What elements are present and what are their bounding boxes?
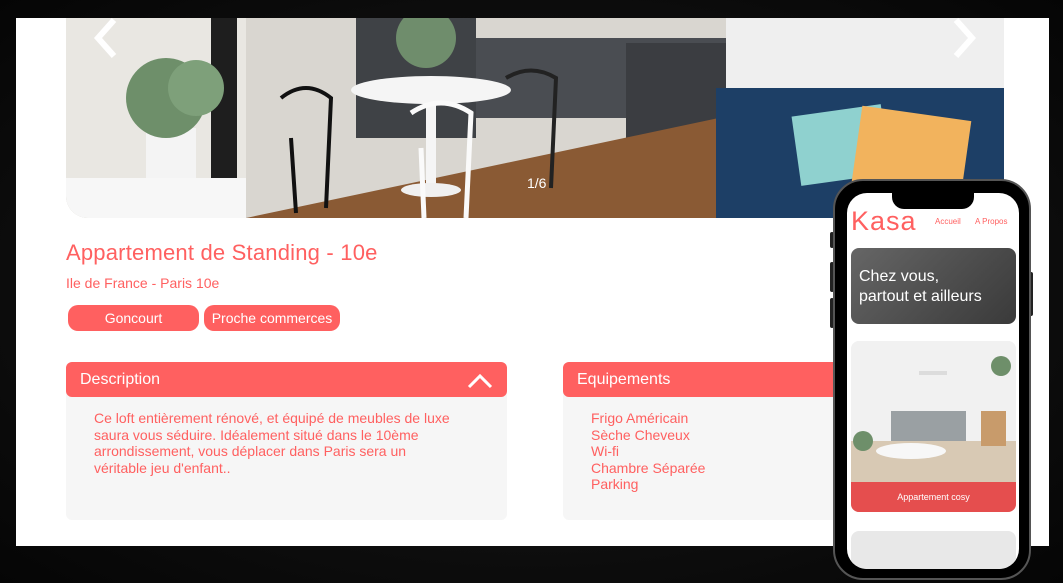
chevron-up-icon[interactable] [467,371,493,389]
description-header[interactable]: Description [66,362,507,397]
hero-line: Chez vous, [859,268,940,285]
equipements-label: Equipements [577,370,671,388]
mobile-listing-card[interactable]: Appartement cosy [851,341,1016,512]
description-line: saura vous séduire. Idéalement situé dan… [94,426,419,443]
card-title: Appartement cosy [851,482,1016,512]
phone-mockup: Kasa Accueil A Propos Chez vous, partout… [833,179,1031,580]
next-photo-icon[interactable] [942,18,990,66]
tag: Proche commerces [204,305,340,331]
description-label: Description [80,370,161,388]
description-line: véritable jeu d'enfant.. [94,459,231,476]
previous-photo-icon[interactable] [80,18,128,66]
listing-title: Appartement de Standing - 10e [66,240,378,265]
hero-text: Chez vous, partout et ailleurs [859,267,982,307]
mobile-logo[interactable]: Kasa [851,206,917,237]
tag: Goncourt [68,305,199,331]
listing-location: Ile de France - Paris 10e [66,275,220,291]
mobile-screen: Kasa Accueil A Propos Chez vous, partout… [847,193,1019,569]
description-line: Ce loft entièrement rénové, et équipé de… [94,410,450,426]
hero-line: partout et ailleurs [859,288,982,305]
mockup-stage: 1/6 Appartement de Standing - 10e Ile de… [0,0,1063,583]
gallery-counter: 1/6 [527,175,547,191]
tag-list: Goncourt Proche commerces [68,305,340,331]
description-line: arrondissement, vous déplacer dans Paris… [94,443,407,460]
mobile-nav-accueil[interactable]: Accueil [935,217,961,226]
description-text: Ce loft entièrement rénové, et équipé de… [66,397,507,489]
description-collapse: Description Ce loft entièrement rénové, … [66,362,507,520]
mobile-nav-apropos[interactable]: A Propos [975,217,1007,226]
mobile-hero-banner: Chez vous, partout et ailleurs [851,248,1016,324]
mobile-listing-card[interactable] [851,531,1016,569]
